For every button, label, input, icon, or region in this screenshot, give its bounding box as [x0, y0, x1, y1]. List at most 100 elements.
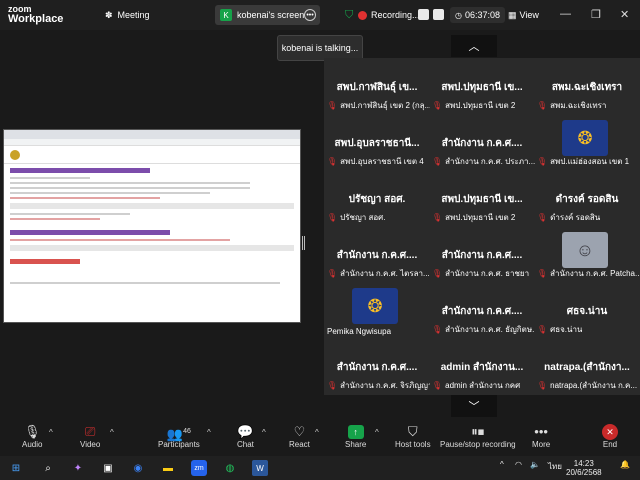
participant-label: 🎙 สพป.แม่ฮ่องสอน เขต 1: [537, 155, 629, 168]
more-label: More: [532, 440, 551, 449]
clock-time: 14:23: [573, 459, 594, 468]
emblem-avatar-icon: ❂: [562, 120, 608, 156]
stop-recording-button[interactable]: [433, 9, 444, 20]
shared-page-header: [4, 146, 300, 164]
participant-tile[interactable]: สำนักงาน ก.ค.ศ.... 🎙 สำนักงาน ก.ค.ศ. ประภา…: [429, 116, 535, 172]
participants-count: 46: [183, 428, 191, 435]
more-options-icon[interactable]: •••: [304, 9, 316, 21]
windows-start-icon[interactable]: ⊞: [8, 460, 24, 476]
participant-tile[interactable]: สำนักงาน ก.ค.ศ.... 🎙 สำนักงาน ก.ค.ศ. ธาชยา: [429, 228, 535, 284]
content-line: [10, 218, 100, 220]
shared-screen-content[interactable]: [3, 129, 301, 323]
participant-label: 🎙 สพป.อุบลราชธานี เขต 4: [327, 155, 424, 168]
section-bar: [10, 230, 170, 235]
participants-button[interactable]: 👥46 Participants: [158, 424, 200, 449]
task-view-icon[interactable]: ▣: [100, 460, 116, 476]
participant-tile[interactable]: สำนักงาน ก.ค.ศ.... 🎙 สำนักงาน ก.ค.ศ. ธัญกิ…: [429, 284, 535, 340]
mic-muted-icon: 🎙: [327, 213, 338, 222]
input-language[interactable]: ไทย: [548, 460, 562, 473]
audio-label: Audio: [22, 440, 43, 449]
restore-icon[interactable]: ❐: [591, 8, 601, 21]
chevron-up-icon[interactable]: ^: [207, 428, 211, 437]
participant-tile[interactable]: สำนักงาน ก.ค.ศ.... 🎙 สำนักงาน ก.ค.ศ. จิรภิ…: [324, 340, 430, 396]
share-screen-icon: K: [220, 9, 232, 21]
participant-tile[interactable]: ดำรงค์ รอดสิน 🎙 ดำรงค์ รอดสิน: [534, 172, 640, 228]
share-button[interactable]: ↑ Share: [345, 424, 366, 449]
footer-line: [10, 282, 280, 284]
participant-tile[interactable]: สพป.กาฬสินธุ์ เข... 🎙 สพป.กาฬสินธุ์ เขต 2 …: [324, 60, 430, 116]
heart-icon: ♡: [293, 424, 306, 439]
participant-label-text: สพป.กาฬสินธุ์ เขต 2 (กลุ...: [340, 101, 430, 110]
chevron-up-icon[interactable]: ^: [49, 428, 53, 437]
gallery-next-button[interactable]: ﹀: [451, 395, 497, 417]
chevron-up-icon[interactable]: ^: [110, 428, 114, 437]
zoom-app-icon[interactable]: zm: [191, 460, 207, 476]
participant-name: สำนักงาน ก.ค.ศ....: [336, 362, 418, 373]
audio-button[interactable]: 🎙 Audio: [22, 424, 42, 449]
copilot-icon[interactable]: ✦: [70, 460, 86, 476]
participant-name: สพป.กาฬสินธุ์ เข...: [336, 82, 418, 93]
split-resize-handle[interactable]: [302, 236, 305, 250]
meeting-controls: 🎙 Audio ^ ⎚ Video ^ 👥46 Participants ^ 💬…: [0, 422, 640, 456]
participant-tile[interactable]: สพป.ปทุมธานี เข... 🎙 สพป.ปทุมธานี เขต 2: [429, 60, 535, 116]
file-explorer-icon[interactable]: ▬: [160, 460, 176, 476]
more-button[interactable]: ••• More: [532, 424, 550, 449]
view-menu[interactable]: ▦ View: [508, 6, 539, 24]
participant-label-text: สพป.ปทุมธานี เขต 2: [445, 213, 516, 222]
participant-gallery: สพป.กาฬสินธุ์ เข... 🎙 สพป.กาฬสินธุ์ เขต 2 …: [324, 58, 640, 395]
end-button[interactable]: ✕ End: [602, 424, 618, 449]
participant-tile[interactable]: ศธจ.น่าน 🎙 ศธจ.น่าน: [534, 284, 640, 340]
chevron-up-icon[interactable]: ^: [315, 428, 319, 437]
shield-icon[interactable]: ⛉: [345, 6, 353, 24]
participant-tile[interactable]: สพม.ฉะเชิงเทรา 🎙 สพม.ฉะเชิงเทรา: [534, 60, 640, 116]
participant-label-text: ศธจ.น่าน: [550, 325, 583, 334]
participant-tile[interactable]: ❂ Pemika Ngwisupa: [324, 284, 430, 340]
chevron-up-icon[interactable]: ^: [375, 428, 379, 437]
participant-tile[interactable]: admin สำนักงาน... 🎙 admin สำนักงาน กคศ: [429, 340, 535, 396]
agency-logo-icon: [10, 149, 20, 160]
meeting-timer: ◷ 06:37:08: [450, 7, 506, 23]
wifi-icon[interactable]: ◠: [515, 460, 522, 469]
shield-icon: ⛉: [407, 424, 418, 439]
participant-label: 🎙 สพป.กาฬสินธุ์ เขต 2 (กลุ...: [327, 99, 430, 112]
participant-tile[interactable]: สพป.ปทุมธานี เข... 🎙 สพป.ปทุมธานี เขต 2: [429, 172, 535, 228]
browser-tabs: [4, 130, 300, 139]
pause-stop-icon: ⏸⏹: [471, 424, 485, 439]
participant-label-text: สำนักงาน ก.ค.ศ. ธาชยา: [445, 269, 530, 278]
chat-button[interactable]: 💬 Chat: [237, 424, 254, 449]
meeting-tab[interactable]: ✽ Meeting: [105, 6, 150, 24]
participant-tile[interactable]: ☺ 🎙 สำนักงาน ก.ค.ศ. Patcha...: [534, 228, 640, 284]
participants-label: Participants: [158, 440, 200, 449]
search-icon[interactable]: ⌕: [40, 460, 56, 476]
participant-tile[interactable]: ❂ 🎙 สพป.แม่ฮ่องสอน เขต 1: [534, 116, 640, 172]
participant-tile[interactable]: ปรัชญา สอศ. 🎙 ปรัชญา สอศ.: [324, 172, 430, 228]
mic-muted-icon: 🎙: [537, 101, 548, 110]
microphone-icon: 🎙: [23, 424, 41, 439]
tray-chevron-icon[interactable]: ^: [500, 460, 504, 469]
more-icon: •••: [534, 424, 548, 439]
participant-tile[interactable]: natrapa.(สำนักงา... 🎙 natrapa.(สำนักงาน ก.…: [534, 340, 640, 396]
react-button[interactable]: ♡ React: [289, 424, 310, 449]
host-tools-button[interactable]: ⛉ Host tools: [395, 424, 431, 449]
word-icon[interactable]: W: [252, 460, 268, 476]
participant-label: 🎙 สพม.ฉะเชิงเทรา: [537, 99, 606, 112]
participant-tile[interactable]: สพป.อุบลราชธานี... 🎙 สพป.อุบลราชธานี เขต 4: [324, 116, 430, 172]
participant-name: สำนักงาน ก.ค.ศ....: [336, 250, 418, 261]
edge-icon[interactable]: ◉: [130, 460, 146, 476]
minimize-icon[interactable]: —: [560, 8, 571, 20]
chevron-up-icon[interactable]: ^: [262, 428, 266, 437]
notification-icon[interactable]: 🔔: [620, 460, 630, 469]
system-clock[interactable]: 14:23 20/6/2568: [566, 459, 602, 477]
gallery-prev-button[interactable]: ︿: [451, 35, 497, 57]
video-button[interactable]: ⎚ Video: [80, 424, 100, 449]
close-icon[interactable]: ✕: [620, 8, 629, 21]
share-screen-icon: ↑: [347, 425, 364, 439]
chrome-icon[interactable]: ◍: [222, 460, 238, 476]
participant-tile[interactable]: สำนักงาน ก.ค.ศ.... 🎙 สำนักงาน ก.ค.ศ. ไตรลา…: [324, 228, 430, 284]
participant-label-text: สพป.แม่ฮ่องสอน เขต 1: [550, 157, 630, 166]
pause-recording-button[interactable]: [418, 9, 429, 20]
volume-icon[interactable]: 🔈: [530, 460, 540, 469]
participant-label-text: ดำรงค์ รอดสิน: [550, 213, 601, 222]
recording-controls-button[interactable]: ⏸⏹ Pause/stop recording: [440, 424, 516, 449]
mic-muted-icon: 🎙: [432, 325, 443, 334]
